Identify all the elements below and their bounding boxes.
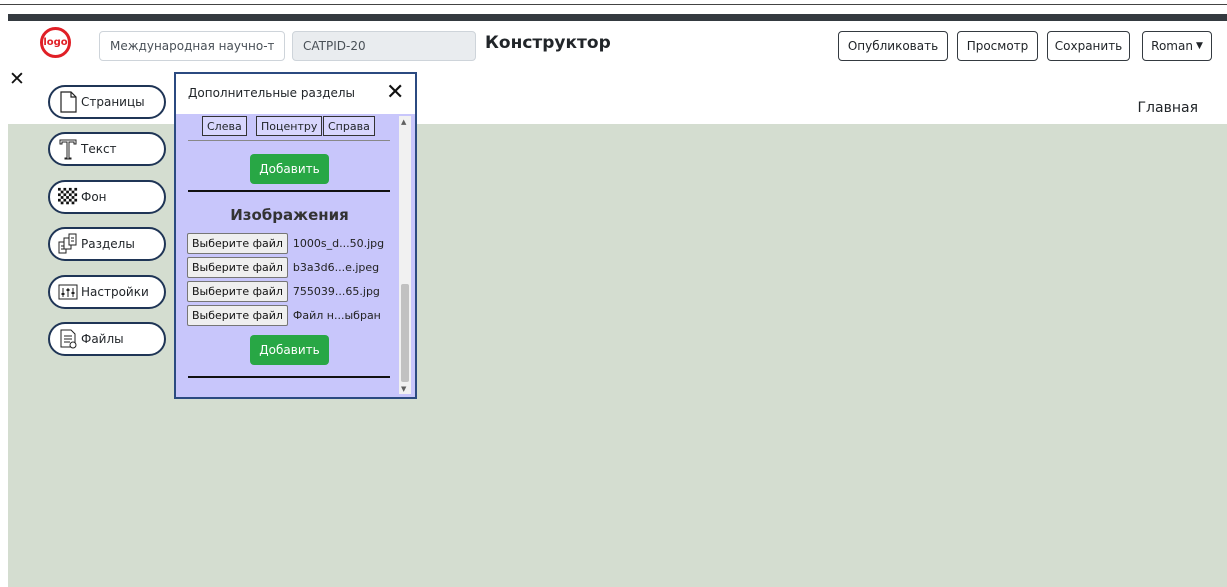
tool-text[interactable]: Текст [48, 132, 166, 166]
settings-icon [58, 281, 78, 303]
file-name: 1000s_d...50.jpg [292, 236, 385, 250]
add-section-button[interactable]: Добавить [250, 154, 329, 184]
align-left-button[interactable]: Слева [202, 116, 247, 136]
save-label: Сохранить [1054, 39, 1123, 53]
file-name: b3a3d6...e.jpeg [292, 260, 380, 274]
site-name-input[interactable] [99, 31, 285, 61]
divider [188, 376, 390, 378]
page-icon [58, 91, 78, 113]
tool-pages-label: Страницы [81, 95, 145, 109]
tool-files-label: Файлы [81, 332, 124, 346]
panel-body[interactable]: Слева Поцентру Справа Добавить Изображен… [176, 114, 415, 397]
panel-header: Дополнительные разделы ✕ [176, 74, 415, 114]
tool-files[interactable]: Файлы [48, 322, 166, 356]
tool-pages[interactable]: Страницы [48, 85, 166, 119]
page-title: Конструктор [485, 33, 611, 53]
scroll-up-icon[interactable]: ▲ [401, 118, 406, 126]
file-row: Выберите файл b3a3d6...e.jpeg [187, 256, 379, 278]
choose-file-button[interactable]: Выберите файл [187, 232, 288, 254]
nav-home-link[interactable]: Главная [1138, 100, 1198, 116]
text-icon [58, 138, 78, 160]
close-icon[interactable]: ✕ [9, 70, 25, 89]
panel-title: Дополнительные разделы [188, 86, 356, 100]
logo[interactable]: logo [40, 27, 71, 58]
save-button[interactable]: Сохранить [1047, 31, 1130, 61]
tool-background[interactable]: Фон [48, 180, 166, 214]
preview-button[interactable]: Просмотр [957, 31, 1038, 61]
sections-icon [58, 233, 78, 255]
tool-settings[interactable]: Настройки [48, 275, 166, 309]
align-right-button[interactable]: Справа [323, 116, 375, 136]
top-bar [8, 14, 1227, 21]
chevron-down-icon: ▼ [1195, 41, 1203, 51]
top-rule [0, 4, 1227, 5]
panel-scrollbar[interactable]: ▲ ▼ [399, 116, 411, 394]
add-image-button[interactable]: Добавить [250, 335, 329, 365]
file-name: Файл н...ыбран [292, 308, 381, 322]
file-name: 755039...65.jpg [292, 284, 380, 298]
tool-sections-label: Разделы [81, 237, 135, 251]
scroll-down-icon[interactable]: ▼ [401, 385, 406, 393]
extra-sections-panel: Дополнительные разделы ✕ Слева Поцентру … [174, 72, 417, 399]
close-icon[interactable]: ✕ [386, 82, 404, 104]
scroll-thumb[interactable] [401, 284, 409, 382]
choose-file-button[interactable]: Выберите файл [187, 256, 288, 278]
choose-file-button[interactable]: Выберите файл [187, 304, 288, 326]
publish-label: Опубликовать [847, 39, 939, 53]
file-row: Выберите файл 1000s_d...50.jpg [187, 232, 384, 254]
preview-label: Просмотр [966, 39, 1029, 53]
file-row: Выберите файл 755039...65.jpg [187, 280, 380, 302]
divider [188, 140, 390, 141]
site-code-input[interactable] [292, 31, 476, 61]
publish-button[interactable]: Опубликовать [838, 31, 948, 61]
images-heading: Изображения [230, 206, 349, 224]
logo-text: logo [43, 37, 68, 48]
background-checker-icon [58, 186, 78, 208]
file-row: Выберите файл Файл н...ыбран [187, 304, 381, 326]
tool-sections[interactable]: Разделы [48, 227, 166, 261]
tool-background-label: Фон [81, 190, 107, 204]
tool-text-label: Текст [81, 142, 117, 156]
tool-settings-label: Настройки [81, 285, 149, 299]
files-icon [58, 328, 78, 350]
user-dropdown[interactable]: Roman ▼ [1142, 31, 1212, 61]
align-center-button[interactable]: Поцентру [256, 116, 323, 136]
choose-file-button[interactable]: Выберите файл [187, 280, 288, 302]
divider [188, 190, 390, 192]
user-name: Roman [1151, 39, 1193, 53]
